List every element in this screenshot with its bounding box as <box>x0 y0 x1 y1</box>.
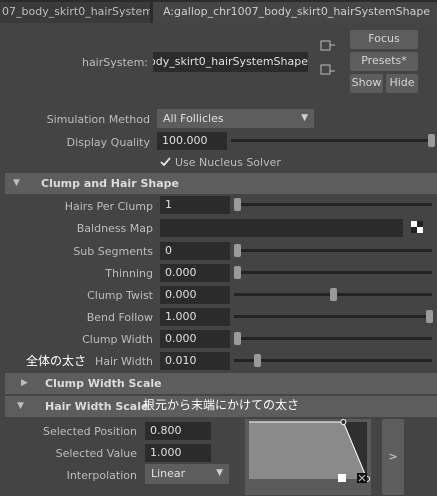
expanded-arrow-icon: ▼ <box>17 401 24 411</box>
node-name-field[interactable]: body_skirt0_hairSystemShape <box>153 52 308 72</box>
bend-follow-slider-track[interactable] <box>234 315 432 318</box>
clump-twist-field[interactable]: 0.000 <box>160 286 230 304</box>
show-button[interactable]: Show <box>350 74 383 93</box>
interpolation-label: Interpolation <box>66 469 137 482</box>
selected-position-label: Selected Position <box>42 425 137 438</box>
hairs-per-clump-label: Hairs Per Clump <box>64 200 153 213</box>
ramp-control-point[interactable] <box>340 419 347 425</box>
thinning-slider-track[interactable] <box>234 271 432 274</box>
baldness-map-label: Baldness Map <box>76 222 153 235</box>
sub-segments-slider-track[interactable] <box>234 249 432 252</box>
selected-value-label: Selected Value <box>55 447 137 460</box>
section-clump-width-scale[interactable]: ▶ Clump Width Scale <box>5 373 437 394</box>
baldness-map-field[interactable] <box>160 219 403 237</box>
clump-width-slider-handle[interactable] <box>234 332 241 345</box>
hair-width-slider-handle[interactable] <box>254 354 261 367</box>
output-connection-icon[interactable] <box>320 64 336 76</box>
delete-point-icon[interactable] <box>357 473 367 483</box>
interpolation-value: Linear <box>151 467 186 480</box>
chevron-down-icon: ▼ <box>216 468 223 478</box>
hide-button[interactable]: Hide <box>386 74 418 93</box>
display-quality-slider-track[interactable] <box>231 139 431 142</box>
simulation-method-value: All Follicles <box>163 112 224 125</box>
tab-hair-system[interactable]: 07_body_skirt0_hairSystem <box>0 2 150 23</box>
hair-width-field[interactable]: 0.010 <box>160 352 230 370</box>
thinning-label: Thinning <box>105 267 153 280</box>
tab-bar: 07_body_skirt0_hairSystem A:gallop_chr10… <box>0 0 437 23</box>
section-clump-and-hair-shape[interactable]: ▼ Clump and Hair Shape <box>5 173 437 194</box>
ramp-expand-button[interactable]: > <box>382 419 404 495</box>
section-title: Clump and Hair Shape <box>41 177 179 190</box>
presets-button[interactable]: Presets* <box>350 52 418 71</box>
clump-width-field[interactable]: 0.000 <box>160 330 230 348</box>
hair-width-label: Hair Width <box>94 355 153 368</box>
collapsed-arrow-icon: ▶ <box>21 378 28 388</box>
input-connection-icon[interactable] <box>320 40 336 52</box>
clump-twist-label: Clump Twist <box>87 289 153 302</box>
display-quality-slider-handle[interactable] <box>428 134 435 147</box>
clump-twist-slider-handle[interactable] <box>330 288 337 301</box>
bend-follow-field[interactable]: 1.000 <box>160 308 230 326</box>
thinning-slider-handle[interactable] <box>234 266 241 279</box>
display-quality-label: Display Quality <box>66 136 150 149</box>
selected-position-field[interactable]: 0.800 <box>145 422 211 440</box>
hair-width-scale-annotation: 根元から末端にかけての太さ <box>143 398 300 412</box>
selected-value-field[interactable]: 1.000 <box>145 444 211 462</box>
bend-follow-label: Bend Follow <box>86 311 153 324</box>
interpolation-dropdown[interactable]: Linear ▼ <box>145 464 229 484</box>
bend-follow-slider-handle[interactable] <box>426 310 433 323</box>
expanded-arrow-icon: ▼ <box>13 178 20 188</box>
hair-width-scale-ramp[interactable] <box>245 419 371 495</box>
simulation-method-dropdown[interactable]: All Follicles ▼ <box>157 109 314 128</box>
node-name-label: hairSystem: <box>81 56 148 69</box>
ramp-color-swatch[interactable] <box>338 474 346 482</box>
tab-hair-system-shape[interactable]: A:gallop_chr1007_body_skirt0_hairSystemS… <box>153 2 437 23</box>
clump-width-label: Clump Width <box>82 333 153 346</box>
use-nucleus-solver-label: Use Nucleus Solver <box>175 156 281 169</box>
chevron-down-icon: ▼ <box>301 113 308 123</box>
focus-button[interactable]: Focus <box>350 30 418 49</box>
map-texture-icon[interactable] <box>411 221 423 233</box>
use-nucleus-solver-checkbox[interactable] <box>159 155 172 168</box>
sub-segments-label: Sub Segments <box>73 245 153 258</box>
thinning-field[interactable]: 0.000 <box>160 264 230 282</box>
sub-segments-field[interactable]: 0 <box>160 242 230 260</box>
hairs-per-clump-field[interactable]: 1 <box>160 196 230 214</box>
hairs-per-clump-slider-handle[interactable] <box>234 198 241 211</box>
section-title: Hair Width Scale <box>45 400 149 413</box>
sub-segments-slider-handle[interactable] <box>234 244 241 257</box>
hairs-per-clump-slider-track[interactable] <box>234 203 432 206</box>
simulation-method-label: Simulation Method <box>46 113 150 126</box>
hair-width-slider-track[interactable] <box>234 359 432 362</box>
display-quality-field[interactable]: 100.000 <box>157 132 227 150</box>
clump-width-slider-track[interactable] <box>234 337 432 340</box>
section-title: Clump Width Scale <box>45 377 162 390</box>
